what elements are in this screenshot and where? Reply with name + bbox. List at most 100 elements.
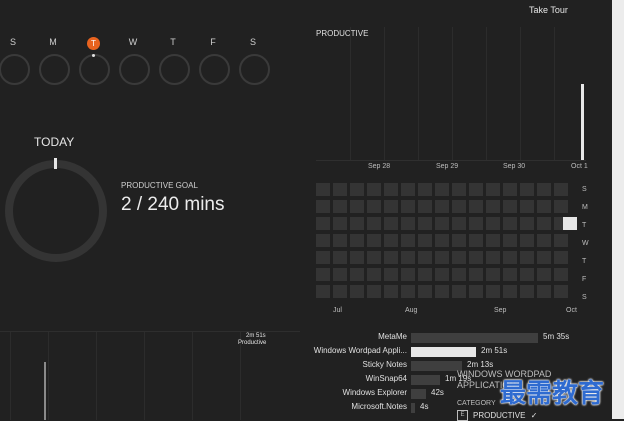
heatmap-cell[interactable] [418, 251, 432, 264]
day-label[interactable]: W [123, 37, 143, 47]
heatmap-cell[interactable] [537, 217, 551, 230]
heatmap-cell[interactable] [469, 268, 483, 281]
app-usage-bar[interactable] [411, 375, 440, 385]
day-circle[interactable] [39, 54, 70, 85]
heatmap-cell[interactable] [401, 251, 415, 264]
heatmap-cell[interactable] [367, 200, 381, 213]
heatmap-cell[interactable] [418, 285, 432, 298]
heatmap-cell[interactable] [418, 217, 432, 230]
heatmap-cell[interactable] [435, 285, 449, 298]
heatmap-cell[interactable] [452, 217, 466, 230]
window-scrollbar[interactable] [612, 0, 624, 419]
heatmap-cell[interactable] [503, 217, 517, 230]
heatmap-cell[interactable] [452, 268, 466, 281]
app-usage-bar[interactable] [411, 389, 426, 399]
heatmap-cell[interactable] [486, 234, 500, 247]
heatmap-cell[interactable] [554, 200, 568, 213]
heatmap-cell[interactable] [520, 183, 534, 196]
heatmap-cell[interactable] [316, 268, 330, 281]
day-label-today[interactable]: T [87, 37, 100, 50]
heatmap-cell[interactable] [469, 234, 483, 247]
heatmap-cell[interactable] [333, 217, 347, 230]
heatmap-cell[interactable] [316, 234, 330, 247]
heatmap-cell[interactable] [486, 217, 500, 230]
app-usage-bar[interactable] [411, 361, 462, 371]
day-label[interactable]: S [243, 37, 263, 47]
heatmap-cell[interactable] [333, 183, 347, 196]
heatmap-cell[interactable] [469, 285, 483, 298]
heatmap-cell[interactable] [333, 200, 347, 213]
heatmap-cell[interactable] [520, 268, 534, 281]
heatmap-cell[interactable] [384, 251, 398, 264]
heatmap-cell[interactable] [384, 234, 398, 247]
heatmap-cell[interactable] [486, 285, 500, 298]
heatmap-cell[interactable] [537, 234, 551, 247]
app-name[interactable]: Windows Wordpad Appli... [314, 346, 407, 355]
heatmap-cell[interactable] [401, 200, 415, 213]
heatmap-cell[interactable] [367, 234, 381, 247]
heatmap-cell[interactable] [316, 285, 330, 298]
heatmap-cell[interactable] [316, 183, 330, 196]
heatmap-cell[interactable] [418, 200, 432, 213]
day-circle[interactable] [79, 54, 110, 85]
heatmap-cell[interactable] [384, 200, 398, 213]
heatmap-cell[interactable] [435, 234, 449, 247]
heatmap-cell[interactable] [537, 183, 551, 196]
heatmap-cell[interactable] [452, 251, 466, 264]
heatmap-cell[interactable] [435, 200, 449, 213]
heatmap-cell[interactable] [316, 217, 330, 230]
heatmap-cell[interactable] [554, 183, 568, 196]
heatmap-cell[interactable] [554, 268, 568, 281]
day-label[interactable]: S [3, 37, 23, 47]
heatmap-cell[interactable] [367, 217, 381, 230]
heatmap-cell[interactable] [350, 285, 364, 298]
heatmap-cell[interactable] [435, 217, 449, 230]
heatmap-cell[interactable] [452, 183, 466, 196]
heatmap-cell[interactable] [367, 285, 381, 298]
app-name[interactable]: Microsoft.Notes [351, 402, 407, 411]
day-circle[interactable] [0, 54, 30, 85]
app-usage-bar[interactable] [411, 403, 415, 413]
heatmap-cell[interactable] [452, 200, 466, 213]
heatmap-cell[interactable] [333, 251, 347, 264]
heatmap-cell[interactable] [537, 251, 551, 264]
day-circle[interactable] [199, 54, 230, 85]
heatmap-cell[interactable] [554, 251, 568, 264]
heatmap-cell[interactable] [435, 251, 449, 264]
heatmap-cell[interactable] [520, 200, 534, 213]
heatmap-cell[interactable] [503, 183, 517, 196]
day-circle[interactable] [239, 54, 270, 85]
heatmap-cell[interactable] [367, 183, 381, 196]
heatmap-cell[interactable] [452, 234, 466, 247]
heatmap-cell[interactable] [401, 183, 415, 196]
heatmap-cell[interactable] [333, 285, 347, 298]
heatmap-cell[interactable] [452, 285, 466, 298]
heatmap-cell[interactable] [401, 285, 415, 298]
day-circle[interactable] [159, 54, 190, 85]
heatmap-cell[interactable] [401, 217, 415, 230]
heatmap-cell[interactable] [435, 183, 449, 196]
heatmap-cell[interactable] [520, 251, 534, 264]
app-usage-bar[interactable] [411, 333, 538, 343]
heatmap-cell[interactable] [503, 285, 517, 298]
heatmap-cell[interactable] [486, 251, 500, 264]
heatmap-cell[interactable] [384, 217, 398, 230]
heatmap-cell[interactable] [503, 234, 517, 247]
app-name[interactable]: MetaMe [378, 332, 407, 341]
heatmap-cell[interactable] [554, 234, 568, 247]
heatmap-cell[interactable] [350, 200, 364, 213]
app-usage-bar[interactable] [411, 347, 476, 357]
take-tour-link[interactable]: Take Tour [529, 5, 568, 15]
heatmap-cell[interactable] [503, 268, 517, 281]
app-name[interactable]: Windows Explorer [343, 388, 407, 397]
heatmap-cell[interactable] [384, 285, 398, 298]
heatmap-cell[interactable] [350, 251, 364, 264]
app-name[interactable]: Sticky Notes [363, 360, 407, 369]
heatmap-cell[interactable] [537, 285, 551, 298]
heatmap-cell[interactable] [350, 183, 364, 196]
heatmap-cell[interactable] [537, 200, 551, 213]
day-circle[interactable] [119, 54, 150, 85]
heatmap-cell[interactable] [469, 217, 483, 230]
heatmap-cell[interactable] [469, 251, 483, 264]
app-name[interactable]: WinSnap64 [366, 374, 407, 383]
